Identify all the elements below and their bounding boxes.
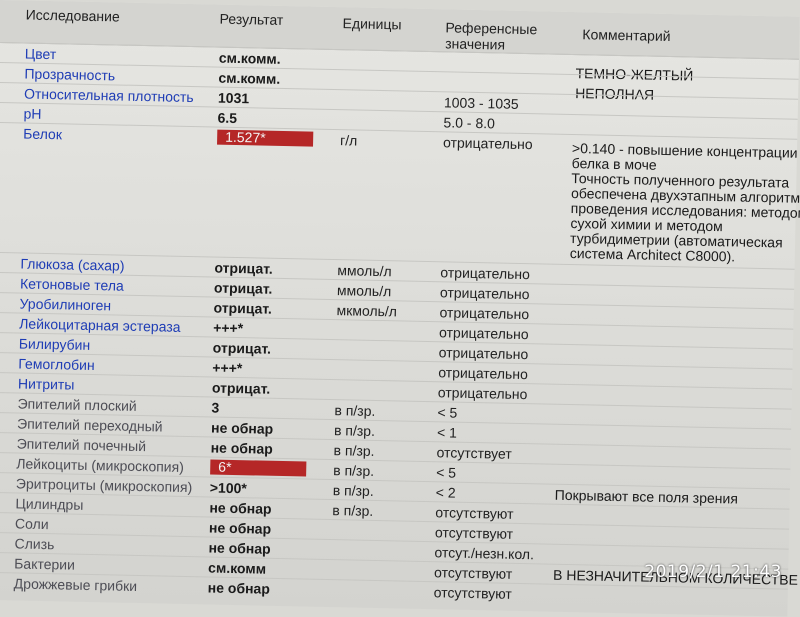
test-units: ммоль/л: [336, 282, 392, 300]
test-result: см.комм.: [218, 69, 281, 87]
reference-value: 5.0 - 8.0: [443, 114, 496, 132]
photo-timestamp: 2019/2/1 21:43: [644, 562, 782, 582]
test-units: в п/зр.: [333, 462, 375, 479]
test-result: 3: [211, 399, 220, 416]
test-units: в п/зр.: [333, 442, 375, 459]
test-result: отрицат.: [212, 339, 272, 357]
reference-value: 1003 - 1035: [443, 94, 519, 112]
test-name: Цвет: [24, 45, 57, 63]
test-units: г/л: [339, 132, 358, 149]
test-result: не обнар: [210, 439, 273, 457]
test-units: в п/зр.: [332, 482, 374, 499]
test-result: +++*: [212, 359, 243, 377]
test-units: в п/зр.: [334, 402, 376, 419]
test-name: Цилиндры: [15, 495, 84, 513]
reference-value: отсутствуют: [433, 564, 513, 582]
test-name: Соли: [14, 515, 49, 533]
test-name: Эпителий переходный: [16, 415, 163, 435]
header-comment: Комментарий: [582, 26, 671, 45]
header-study: Исследование: [25, 6, 120, 25]
test-result: 6.5: [217, 109, 238, 126]
reference-value: < 5: [436, 464, 457, 481]
reference-value: отрицательно: [437, 384, 528, 403]
reference-value: отсут./незн.кол.: [434, 544, 535, 563]
test-name: Белок: [23, 125, 63, 143]
abnormal-result: 6*: [210, 459, 307, 477]
test-result: +++*: [213, 319, 244, 337]
test-result: не обнар: [210, 419, 274, 437]
header-result: Результат: [219, 10, 284, 28]
test-name: pH: [23, 105, 42, 122]
test-name: Гемоглобин: [18, 355, 95, 374]
test-result: см.комм: [207, 559, 267, 577]
reference-value: отрицательно: [439, 304, 530, 323]
test-units: ммоль/л: [337, 262, 392, 280]
test-name: Слизь: [14, 535, 55, 553]
reference-value: отрицательно: [442, 134, 533, 153]
test-result: отрицат.: [214, 259, 273, 277]
test-result: не обнар: [207, 579, 271, 597]
reference-value: отрицательно: [440, 264, 531, 283]
test-result: 1031: [217, 89, 250, 107]
reference-value: отрицательно: [438, 344, 529, 363]
header-reference: Референсные значения: [445, 19, 538, 53]
lab-report-page: Исследование Результат Единицы Референсн…: [0, 0, 800, 617]
test-name: Кетоновые тела: [19, 275, 124, 294]
reference-value: отрицательно: [438, 324, 529, 343]
table-row: Белок 1.527* г/л отрицательно >0.140 - повыш…: [0, 121, 800, 270]
reference-value: отсутствует: [436, 444, 512, 462]
test-comment: >0.140 - повышение концентрации белка в …: [569, 140, 800, 265]
test-name: Глюкоза (сахар): [20, 255, 125, 274]
test-result: отрицат.: [213, 299, 273, 317]
test-name: Нитриты: [17, 375, 75, 393]
test-name: Прозрачность: [24, 65, 116, 84]
reference-value: отсутствуют: [435, 504, 514, 522]
test-units: в п/зр.: [333, 422, 376, 439]
test-units: мкмоль/л: [336, 302, 398, 320]
test-result: не обнар: [208, 539, 271, 557]
test-name: Билирубин: [18, 335, 91, 353]
test-result: >100*: [209, 479, 247, 497]
header-units: Единицы: [342, 15, 402, 33]
test-name: Эпителий плоский: [17, 395, 137, 414]
reference-value: отсутствуют: [434, 524, 514, 542]
abnormal-result: 1.527*: [217, 129, 314, 147]
test-result: отрицат.: [211, 379, 271, 397]
test-name: Уробилиноген: [19, 295, 112, 314]
reference-value: < 2: [435, 484, 456, 501]
test-result: отрицат.: [213, 279, 273, 297]
test-result: не обнар: [208, 519, 272, 537]
test-result: не обнар: [209, 499, 272, 517]
reference-value: < 1: [436, 424, 458, 441]
test-name: Дрожжевые грибки: [13, 575, 138, 594]
reference-value: < 5: [437, 404, 458, 421]
test-result: см.комм.: [218, 49, 281, 67]
test-name: Бактерии: [14, 555, 76, 573]
reference-value: отрицательно: [439, 284, 530, 303]
test-units: в п/зр.: [332, 502, 374, 519]
test-name: Эпителий почечный: [16, 435, 147, 455]
test-name: Лейкоцитарная эстераза: [19, 315, 181, 335]
reference-value: отрицательно: [438, 364, 529, 383]
reference-value: отсутствуют: [433, 584, 512, 602]
